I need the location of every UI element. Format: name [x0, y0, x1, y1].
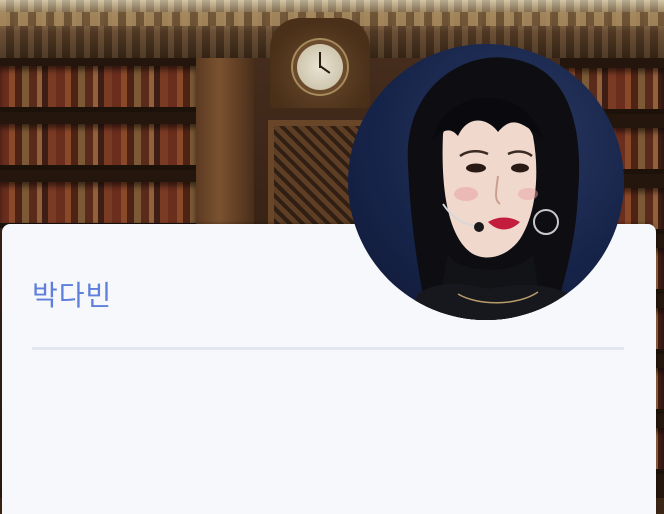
profile-name: 박다빈 [32, 279, 113, 312]
left-bookcase [0, 58, 196, 228]
avatar-photo [407, 57, 588, 320]
clock-icon [297, 44, 343, 90]
avatar[interactable] [348, 44, 624, 320]
divider [32, 347, 624, 350]
left-pillar [196, 58, 254, 228]
